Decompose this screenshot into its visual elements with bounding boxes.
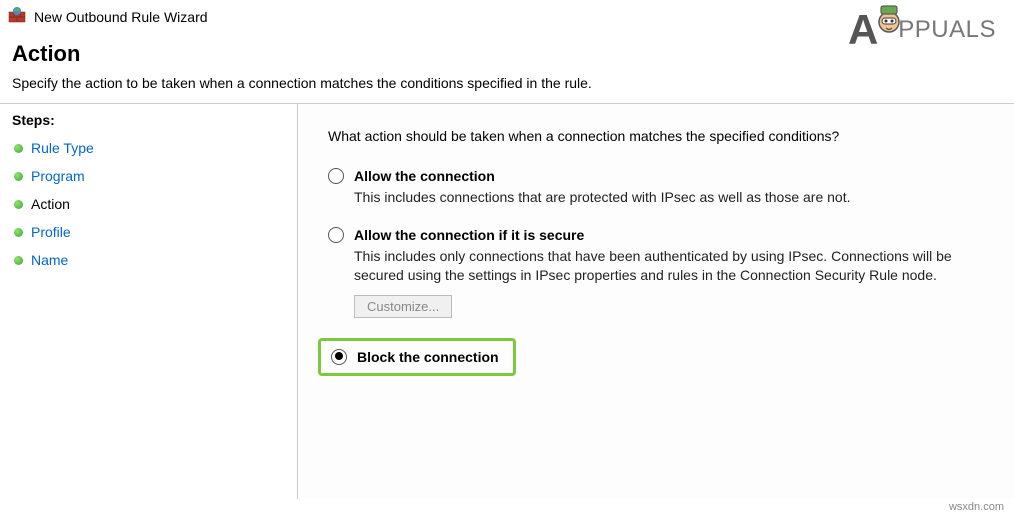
radio-description: This includes connections that are prote… bbox=[354, 188, 974, 207]
action-question: What action should be taken when a conne… bbox=[328, 128, 984, 144]
step-label: Program bbox=[31, 168, 85, 184]
radio-description: This includes only connections that have… bbox=[354, 247, 974, 285]
step-profile[interactable]: Profile bbox=[12, 218, 285, 246]
option-allow-secure[interactable]: Allow the connection if it is secure Thi… bbox=[328, 227, 984, 318]
step-label: Rule Type bbox=[31, 140, 94, 156]
action-radio-group: Allow the connection This includes conne… bbox=[328, 168, 984, 376]
radio-label: Block the connection bbox=[357, 349, 499, 365]
customize-button: Customize... bbox=[354, 295, 452, 318]
step-rule-type[interactable]: Rule Type bbox=[12, 134, 285, 162]
page-description: Specify the action to be taken when a co… bbox=[12, 75, 1002, 91]
watermark-text: PPUALS bbox=[898, 16, 996, 44]
radio-icon[interactable] bbox=[328, 227, 344, 243]
bullet-icon bbox=[14, 144, 23, 153]
step-label: Profile bbox=[31, 224, 71, 240]
mascot-icon bbox=[874, 2, 904, 39]
firewall-icon bbox=[8, 6, 26, 27]
step-program[interactable]: Program bbox=[12, 162, 285, 190]
step-name[interactable]: Name bbox=[12, 246, 285, 274]
step-label: Name bbox=[31, 252, 68, 268]
bullet-icon bbox=[14, 200, 23, 209]
steps-heading: Steps: bbox=[12, 112, 285, 128]
window-title: New Outbound Rule Wizard bbox=[34, 9, 208, 25]
radio-icon[interactable] bbox=[331, 349, 347, 365]
step-label: Action bbox=[31, 196, 70, 212]
radio-icon[interactable] bbox=[328, 168, 344, 184]
bullet-icon bbox=[14, 256, 23, 265]
option-allow[interactable]: Allow the connection This includes conne… bbox=[328, 168, 984, 207]
step-action[interactable]: Action bbox=[12, 190, 285, 218]
steps-sidebar: Steps: Rule Type Program Action Profile … bbox=[0, 104, 298, 499]
watermark-logo: A PPUALS bbox=[848, 6, 996, 54]
option-block[interactable]: Block the connection bbox=[328, 338, 984, 376]
main-panel: What action should be taken when a conne… bbox=[298, 104, 1014, 499]
radio-label: Allow the connection if it is secure bbox=[354, 227, 584, 243]
bullet-icon bbox=[14, 172, 23, 181]
source-attribution: wsxdn.com bbox=[949, 501, 1004, 513]
radio-label: Allow the connection bbox=[354, 168, 495, 184]
bullet-icon bbox=[14, 228, 23, 237]
highlight-annotation: Block the connection bbox=[318, 338, 516, 376]
